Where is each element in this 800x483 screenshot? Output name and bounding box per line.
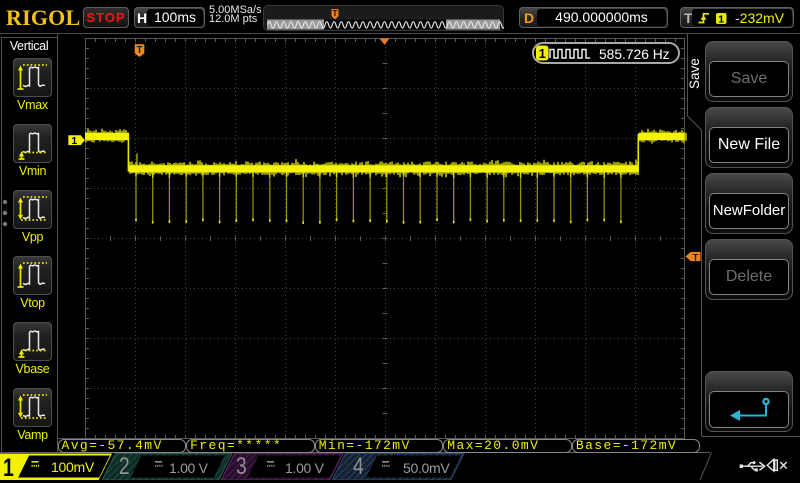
svg-text:T: T: [136, 45, 142, 56]
svg-text:T: T: [693, 252, 699, 263]
svg-text:1: 1: [718, 13, 724, 25]
svg-text:1: 1: [539, 46, 546, 61]
svg-text:T: T: [333, 9, 338, 18]
svg-text:1: 1: [71, 135, 77, 147]
